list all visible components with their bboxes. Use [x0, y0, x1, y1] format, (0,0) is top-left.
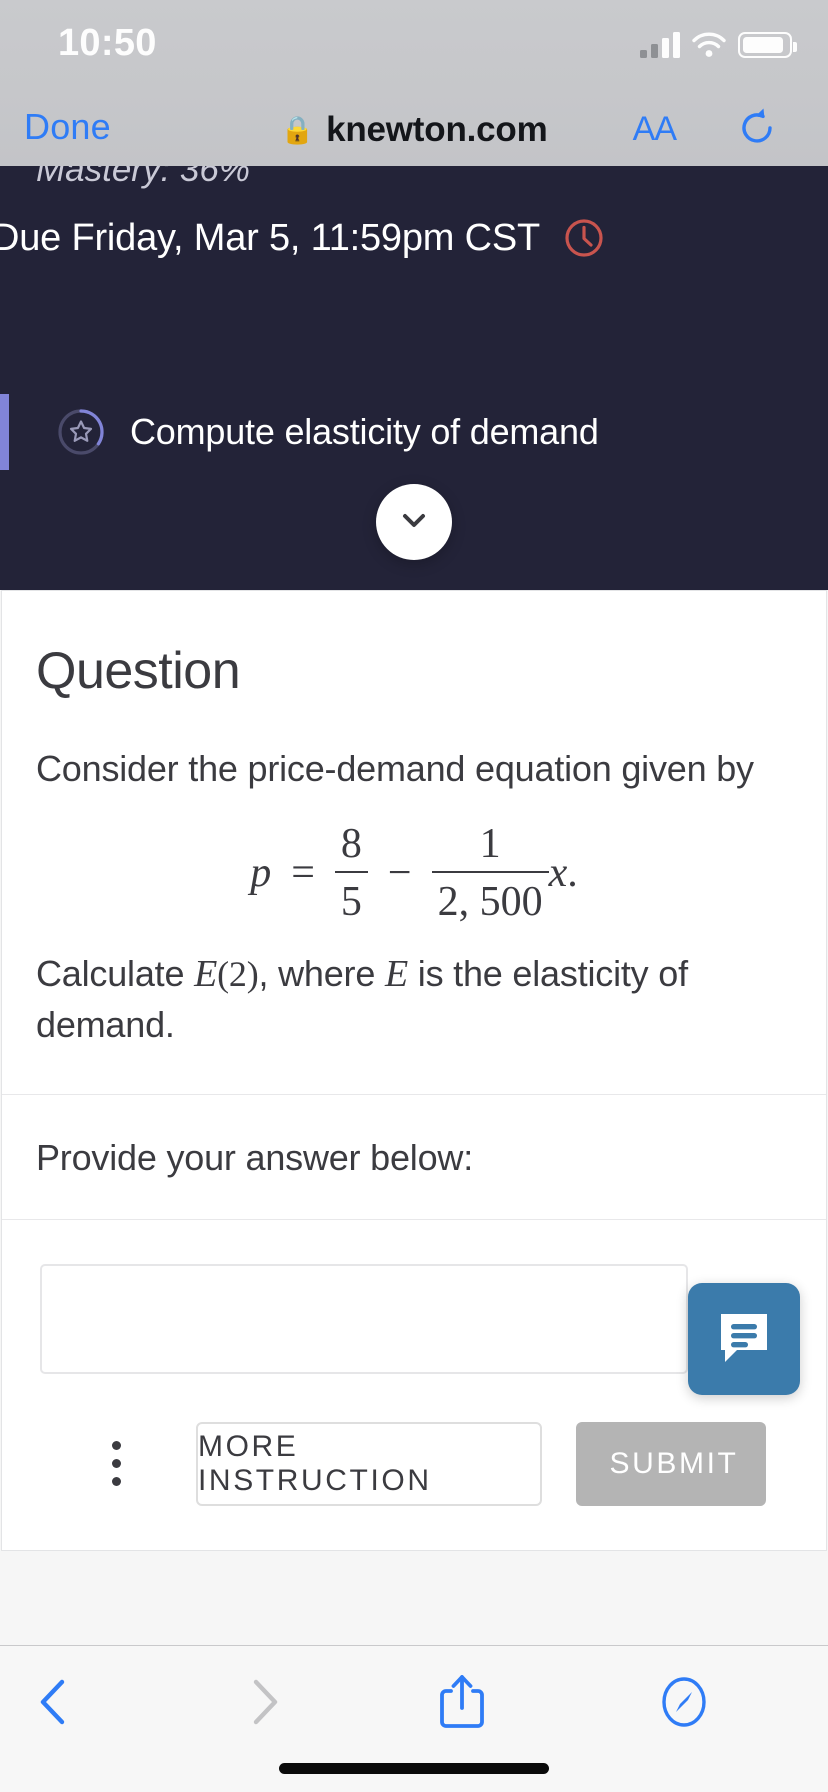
equation-operator: −: [387, 850, 412, 897]
price-demand-equation: p = 8 5 − 1 2, 500 x .: [36, 823, 792, 923]
text-size-button[interactable]: AA: [633, 110, 677, 149]
fraction-one-denominator: 5: [334, 871, 368, 923]
tail-argument: (2): [217, 954, 259, 995]
fraction-two-numerator: 1: [479, 821, 501, 868]
question-section: Question Consider the price-demand equat…: [2, 591, 826, 1095]
submit-button[interactable]: SUBMIT: [576, 1421, 766, 1506]
phone-screen: 10:50 Done 🔒 knewton.com AA Mastery: 36%…: [0, 0, 828, 1792]
status-bar-clock: 10:50: [58, 22, 157, 64]
answer-instruction-section: Provide your answer below:: [2, 1095, 826, 1220]
cellular-signal-icon: [640, 30, 680, 58]
due-date-label: Due Friday, Mar 5, 11:59pm CST: [0, 216, 541, 259]
forward-chevron-icon: [232, 1670, 296, 1734]
fraction-one-numerator: 8: [340, 821, 362, 868]
battery-icon: [738, 32, 797, 58]
objective-accent-bar: [0, 394, 9, 470]
chat-launcher-button[interactable]: [688, 1283, 800, 1395]
equation-fraction-one: 8 5: [334, 821, 368, 923]
share-icon[interactable]: [430, 1670, 494, 1734]
tail-symbol-e2: E: [384, 953, 408, 996]
equation-equals: =: [291, 850, 315, 897]
action-bar: MORE INSTRUCTION SUBMIT: [2, 1374, 826, 1550]
home-indicator: [279, 1763, 549, 1774]
mastery-label: Mastery: 36%: [36, 166, 250, 189]
question-card: Question Consider the price-demand equat…: [1, 590, 827, 1551]
page-body: Question Consider the price-demand equat…: [0, 590, 828, 1792]
safari-bottom-toolbar: [0, 1645, 828, 1792]
question-tail: Calculate E(2), where E is the elasticit…: [36, 949, 792, 1050]
safari-compass-icon[interactable]: [652, 1670, 716, 1734]
ios-status-bar: 10:50: [0, 0, 828, 92]
lock-icon: 🔒: [280, 114, 315, 145]
safari-top-chrome: 10:50 Done 🔒 knewton.com AA: [0, 0, 828, 166]
question-prompt: Consider the price-demand equation given…: [36, 748, 754, 789]
url-display[interactable]: 🔒 knewton.com: [0, 110, 828, 150]
answer-instruction-label: Provide your answer below:: [36, 1136, 474, 1178]
clock-icon: [562, 216, 606, 260]
page-title: Question: [36, 642, 241, 700]
star-progress-ring-icon: [56, 407, 106, 457]
status-bar-indicators: [640, 30, 797, 58]
equation-fraction-two: 1 2, 500: [431, 821, 549, 923]
collapse-header-button[interactable]: [376, 484, 452, 560]
tail-symbol-e1: E: [194, 953, 218, 996]
equation-lhs: p: [250, 850, 272, 897]
chevron-down-icon: [397, 503, 431, 542]
fraction-two-denominator: 2, 500: [431, 871, 549, 923]
equation-period: .: [567, 850, 578, 897]
more-options-icon[interactable]: [94, 1441, 138, 1487]
safari-url-bar: Done 🔒 knewton.com AA: [0, 92, 828, 166]
back-chevron-icon[interactable]: [22, 1670, 86, 1734]
due-date-row: Due Friday, Mar 5, 11:59pm CST: [0, 216, 606, 260]
equation-variable: x: [548, 850, 568, 897]
objective-label: Compute elasticity of demand: [130, 411, 599, 452]
reload-button[interactable]: [736, 106, 780, 150]
wifi-icon: [692, 32, 726, 58]
answer-input[interactable]: [40, 1263, 688, 1374]
url-text: knewton.com: [326, 110, 548, 149]
more-instruction-button[interactable]: MORE INSTRUCTION: [196, 1421, 542, 1506]
chat-bubble-icon: [713, 1306, 775, 1373]
objective-row[interactable]: Compute elasticity of demand: [0, 394, 828, 470]
tail-text-before: Calculate: [36, 953, 195, 995]
tail-text-mid: , where: [258, 953, 385, 995]
